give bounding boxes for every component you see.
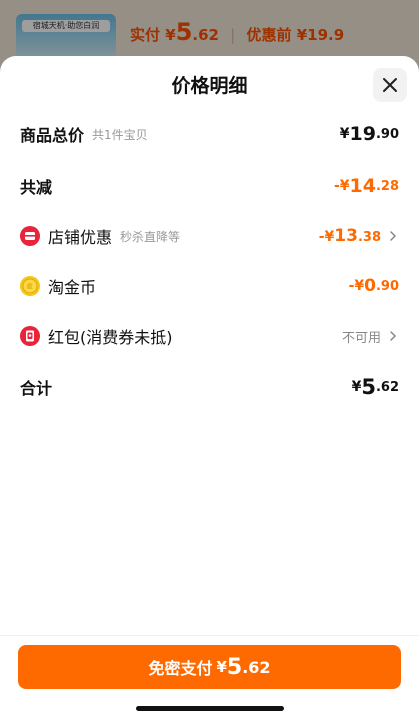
shop-discount-sub: 秒杀直降等 [120, 229, 181, 244]
sum-dec: .62 [375, 379, 399, 395]
chevron-right-icon [390, 231, 397, 241]
reduce-currency: -¥ [333, 178, 350, 194]
row-taobao-coin: 淘金币 -¥ 0.90 [20, 271, 399, 301]
reduce-dec: .28 [375, 178, 399, 194]
red-packet-status: 不可用 [341, 330, 381, 346]
red-packet-label: 红包(消费券未抵) [48, 328, 173, 347]
close-icon [383, 78, 397, 92]
shop-dec: .38 [357, 230, 381, 245]
shop-discount-label: 店铺优惠 [48, 228, 113, 247]
pay-button-label: 免密支付 [148, 659, 213, 678]
pay-button-currency: ¥ [216, 658, 227, 676]
coin-int: 0 [364, 276, 376, 296]
coin-amount: -¥ 0.90 [349, 276, 399, 296]
sum-label: 合计 [20, 379, 53, 398]
gold-coin-icon [20, 276, 40, 296]
shop-discount-icon [20, 226, 40, 246]
home-indicator[interactable] [136, 706, 284, 711]
total-discount-label: 共减 [20, 178, 53, 197]
item-count: 共1件宝贝 [92, 127, 148, 142]
total-price-amount: ¥19.90 [340, 123, 399, 145]
sum-amount: ¥5.62 [352, 375, 399, 399]
shop-int: 13 [334, 226, 358, 246]
red-packet-value: 不可用 [342, 327, 399, 346]
row-shop-discount[interactable]: 店铺优惠 秒杀直降等 -¥13.38 [20, 221, 399, 251]
shop-discount-value: -¥13.38 [319, 226, 399, 246]
total-int: 19 [349, 123, 376, 145]
sum-currency: ¥ [351, 379, 362, 395]
total-dec: .90 [375, 126, 399, 142]
chevron-right-icon [390, 331, 397, 341]
row-total-price: 商品总价 共1件宝贝 ¥19.90 [20, 119, 399, 149]
close-button[interactable] [373, 68, 407, 102]
pay-button-int: 5 [226, 654, 243, 680]
sheet-title: 价格明细 [171, 75, 248, 97]
price-detail-sheet: 价格明细 商品总价 共1件宝贝 ¥19.90 共减 -¥ 14.28 店铺优惠 秒… [0, 56, 419, 720]
password-free-pay-button[interactable]: 免密支付 ¥5.62 [18, 645, 401, 689]
row-sum: 合计 ¥5.62 [20, 372, 399, 402]
pay-button-dec: .62 [242, 657, 271, 677]
red-packet-icon [20, 326, 40, 346]
coin-dec: .90 [375, 278, 399, 294]
shop-currency: -¥ [318, 229, 335, 245]
total-discount-amount: -¥ 14.28 [334, 175, 399, 197]
total-currency: ¥ [339, 126, 350, 142]
coin-currency: -¥ [348, 278, 365, 294]
coin-label: 淘金币 [48, 278, 97, 297]
row-total-discount: 共减 -¥ 14.28 [20, 171, 399, 201]
reduce-int: 14 [349, 175, 376, 197]
row-red-packet[interactable]: 红包(消费券未抵) 不可用 [20, 321, 399, 351]
sum-int: 5 [361, 375, 376, 399]
shop-discount-amount: -¥13.38 [319, 226, 381, 246]
total-price-label: 商品总价 [20, 126, 85, 145]
sheet-footer: 免密支付 ¥5.62 [0, 635, 419, 720]
